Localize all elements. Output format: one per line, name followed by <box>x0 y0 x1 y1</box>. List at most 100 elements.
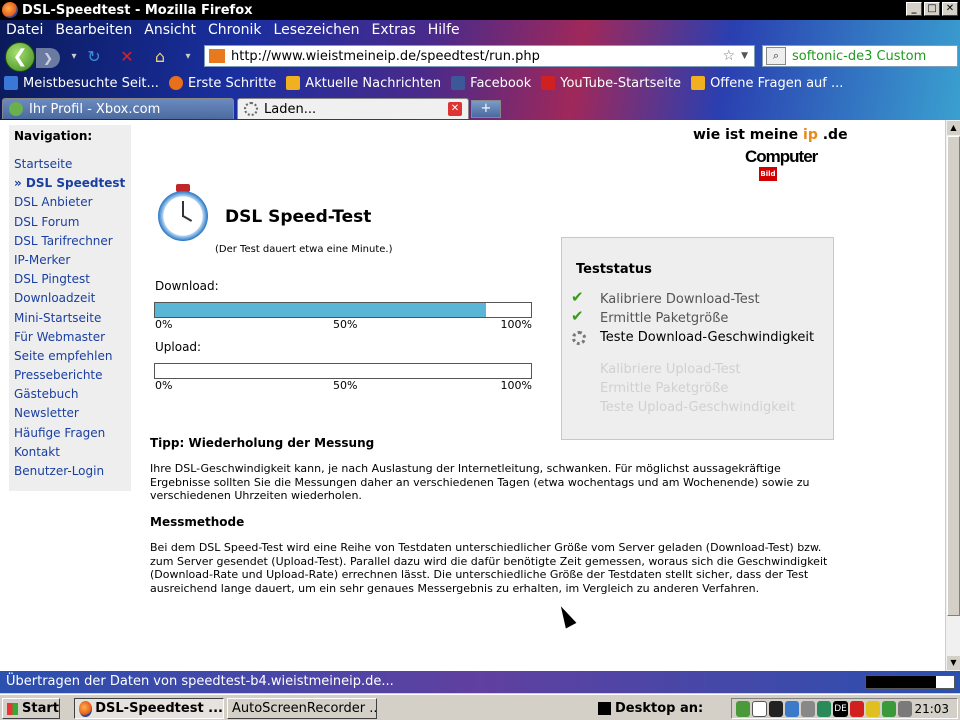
status-item: Teste Upload-Geschwindigkeit <box>600 400 796 415</box>
status-item: Kalibriere Upload-Test <box>600 362 741 377</box>
close-button[interactable]: ✕ <box>942 2 958 16</box>
rss-icon <box>286 76 301 90</box>
start-button[interactable]: Start <box>2 698 60 719</box>
sidebar-item[interactable]: » DSL Speedtest <box>14 174 126 193</box>
history-dropdown-icon[interactable]: ▾ <box>64 47 84 67</box>
scroll-thumb[interactable] <box>947 136 960 616</box>
menu-ansicht[interactable]: Ansicht <box>144 22 196 38</box>
scroll-up-icon[interactable]: ▲ <box>947 121 960 135</box>
toolbar-dropdown-icon[interactable]: ▾ <box>178 47 198 67</box>
stopwatch-icon <box>157 184 209 241</box>
tray-settings-icon[interactable] <box>898 700 913 717</box>
scroll-down-icon[interactable]: ▼ <box>947 656 960 670</box>
site-favicon-icon <box>209 49 225 63</box>
bookmark-open-questions[interactable]: Offene Fragen auf ... <box>691 76 843 91</box>
bookmark-first-steps[interactable]: Erste Schritte <box>168 76 276 91</box>
status-text: Übertragen der Daten von speedtest-b4.wi… <box>6 674 394 689</box>
forward-button[interactable]: ❯ <box>36 48 60 68</box>
menu-bearbeiten[interactable]: Bearbeiten <box>55 22 132 38</box>
sidebar-item[interactable]: Gästebuch <box>14 385 126 404</box>
search-bar[interactable]: ⌕ softonic-de3 Custom <box>762 45 958 67</box>
tray-shield-icon[interactable] <box>817 700 832 717</box>
menu-extras[interactable]: Extras <box>372 22 416 38</box>
tray-monitor-icon[interactable] <box>784 700 800 717</box>
desktop-toolbar[interactable]: Desktop an: <box>598 698 728 719</box>
menu-lesezeichen[interactable]: Lesezeichen <box>274 22 360 38</box>
menu-datei[interactable]: Datei <box>6 22 43 38</box>
taskbar-item-firefox[interactable]: DSL-Speedtest ... <box>74 698 224 719</box>
tray-clock: 21:03 <box>914 701 950 716</box>
site-logo[interactable]: wie ist meine ip .de Computer Bild <box>693 127 848 185</box>
url-dropdown-icon[interactable]: ▼ <box>741 51 748 61</box>
sidebar-item[interactable]: Seite empfehlen <box>14 347 126 366</box>
tray-language-icon[interactable]: DE <box>833 700 848 717</box>
speedtest-title: DSL Speed-Test <box>225 207 372 227</box>
firefox-icon <box>168 76 183 90</box>
status-item: Ermittle Paketgröße <box>600 311 729 326</box>
search-engine-icon[interactable]: ⌕ <box>766 47 786 65</box>
status-bar: Übertragen der Daten von speedtest-b4.wi… <box>0 671 960 693</box>
new-tab-button[interactable]: + <box>471 100 501 118</box>
upload-label: Upload: <box>155 340 202 354</box>
bookmark-news[interactable]: Aktuelle Nachrichten <box>286 76 441 91</box>
sidebar-item[interactable]: Newsletter <box>14 404 126 423</box>
url-bar[interactable]: http://www.wieistmeineip.de/speedtest/ru… <box>204 45 755 67</box>
sidebar-item[interactable]: DSL Pingtest <box>14 270 126 289</box>
sidebar-item[interactable]: DSL Anbieter <box>14 193 126 212</box>
taskbar-item-recorder[interactable]: AutoScreenRecorder ... <box>227 698 377 719</box>
back-button[interactable]: ❮ <box>5 42 35 72</box>
maximize-button[interactable]: □ <box>924 2 940 16</box>
tray-device-icon[interactable] <box>768 700 783 717</box>
tab-loading[interactable]: Laden... ✕ <box>237 98 469 119</box>
tray-network-icon[interactable] <box>736 700 751 717</box>
stop-icon[interactable]: ✕ <box>117 47 137 67</box>
sidebar-item[interactable]: Benutzer-Login <box>14 462 126 481</box>
bookmarks-toolbar: Meistbesuchte Seit... Erste Schritte Akt… <box>0 73 960 93</box>
menu-hilfe[interactable]: Hilfe <box>428 22 460 38</box>
sidebar-item[interactable]: Kontakt <box>14 443 126 462</box>
bookmark-facebook[interactable]: Facebook <box>451 76 531 91</box>
sidebar-item[interactable]: IP-Merker <box>14 251 126 270</box>
home-icon[interactable]: ⌂ <box>150 47 170 67</box>
search-input[interactable]: softonic-de3 Custom <box>792 49 926 64</box>
method-text: Bei dem DSL Speed-Test wird eine Reihe v… <box>150 541 828 595</box>
minimize-button[interactable]: _ <box>906 2 922 16</box>
reload-icon[interactable]: ↻ <box>84 47 104 67</box>
mouse-cursor-icon <box>555 603 577 629</box>
tray-speaker-icon[interactable] <box>801 700 816 717</box>
tab-strip: Ihr Profil - Xbox.com Laden... ✕ + <box>0 97 960 120</box>
rss-icon <box>691 76 706 90</box>
bookmark-most-visited[interactable]: Meistbesuchte Seit... <box>4 76 159 91</box>
download-progress-fill <box>155 303 486 317</box>
desktop-icon <box>598 702 611 715</box>
sidebar-item[interactable]: Mini-Startseite <box>14 309 126 328</box>
vertical-scrollbar[interactable]: ▲ ▼ <box>945 120 960 671</box>
tray-update-icon[interactable] <box>882 700 897 717</box>
sidebar-item[interactable]: Startseite <box>14 155 126 174</box>
tab-xbox-profile[interactable]: Ihr Profil - Xbox.com <box>2 98 234 119</box>
sidebar-item[interactable]: DSL Forum <box>14 213 126 232</box>
url-text[interactable]: http://www.wieistmeineip.de/speedtest/ru… <box>231 49 723 64</box>
bookmark-star-icon[interactable]: ☆ <box>723 48 736 64</box>
bookmark-youtube[interactable]: YouTube-Startseite <box>541 76 681 91</box>
sidebar-item[interactable]: Häufige Fragen <box>14 424 126 443</box>
tip-heading: Tipp: Wiederholung der Messung <box>150 436 375 450</box>
menu-bar: Datei Bearbeiten Ansicht Chronik Lesezei… <box>0 20 460 40</box>
tray-smiley-icon[interactable] <box>865 700 881 717</box>
status-item: Teste Download-Geschwindigkeit <box>600 330 815 345</box>
status-item: Kalibriere Download-Test <box>600 292 760 307</box>
sidebar-item[interactable]: Presseberichte <box>14 366 126 385</box>
sidebar-item[interactable]: Für Webmaster <box>14 328 126 347</box>
tray-doc-icon[interactable] <box>752 700 767 717</box>
windows-logo-icon <box>7 702 19 715</box>
tab-close-icon[interactable]: ✕ <box>448 102 462 116</box>
sidebar-title: Navigation: <box>14 129 93 143</box>
download-progress-bar <box>154 302 532 318</box>
menu-chronik[interactable]: Chronik <box>208 22 262 38</box>
bild-badge: Bild <box>759 167 777 181</box>
sidebar-item[interactable]: Downloadzeit <box>14 289 126 308</box>
firefox-icon <box>79 700 93 717</box>
tray-antivirus-icon[interactable] <box>849 700 864 717</box>
navigation-toolbar: ❮ ❯ ▾ ↻ ✕ ⌂ ▾ http://www.wieistmeineip.d… <box>0 40 960 72</box>
sidebar-item[interactable]: DSL Tarifrechner <box>14 232 126 251</box>
